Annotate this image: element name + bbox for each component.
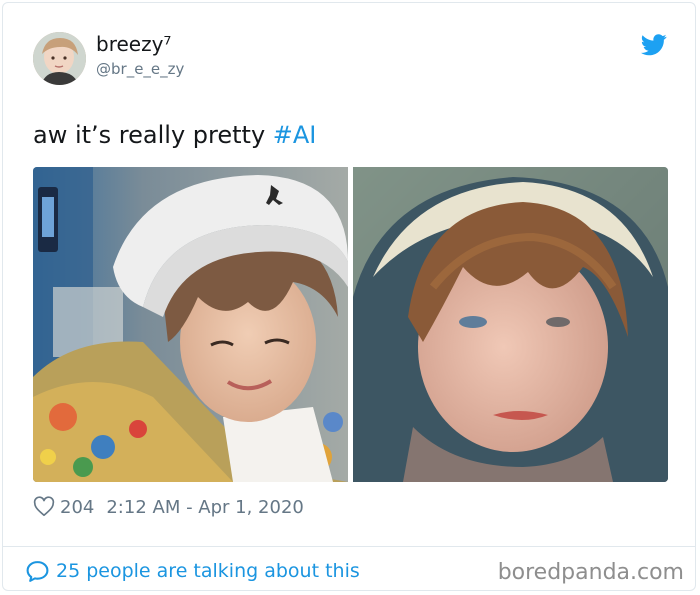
user-handle[interactable]: @br_e_e_zy xyxy=(96,60,184,78)
speech-bubble-icon xyxy=(26,560,49,582)
display-name[interactable]: breezy⁷ xyxy=(96,32,171,56)
like-count: 204 xyxy=(60,496,95,518)
tweet-meta: 204 2:12 AM - Apr 1, 2020 xyxy=(33,494,304,520)
avatar[interactable] xyxy=(33,32,86,85)
twitter-bird-icon[interactable] xyxy=(641,34,667,56)
tweet-timestamp[interactable]: 2:12 AM - Apr 1, 2020 xyxy=(106,497,304,518)
heart-icon[interactable] xyxy=(33,496,55,518)
talking-count-label[interactable]: 25 people are talking about this xyxy=(56,560,360,582)
divider xyxy=(2,546,696,547)
tweet-photo-selfie[interactable] xyxy=(33,167,348,482)
hashtag-link[interactable]: #AI xyxy=(273,121,317,149)
watermark: boredpanda.com xyxy=(497,560,684,585)
conversation-link[interactable]: 25 people are talking about this xyxy=(25,558,360,584)
tweet-text: aw it’s really pretty #AI xyxy=(33,121,316,149)
tweet-photo-painting[interactable] xyxy=(353,167,668,482)
tweet-body: aw it’s really pretty xyxy=(33,121,273,149)
